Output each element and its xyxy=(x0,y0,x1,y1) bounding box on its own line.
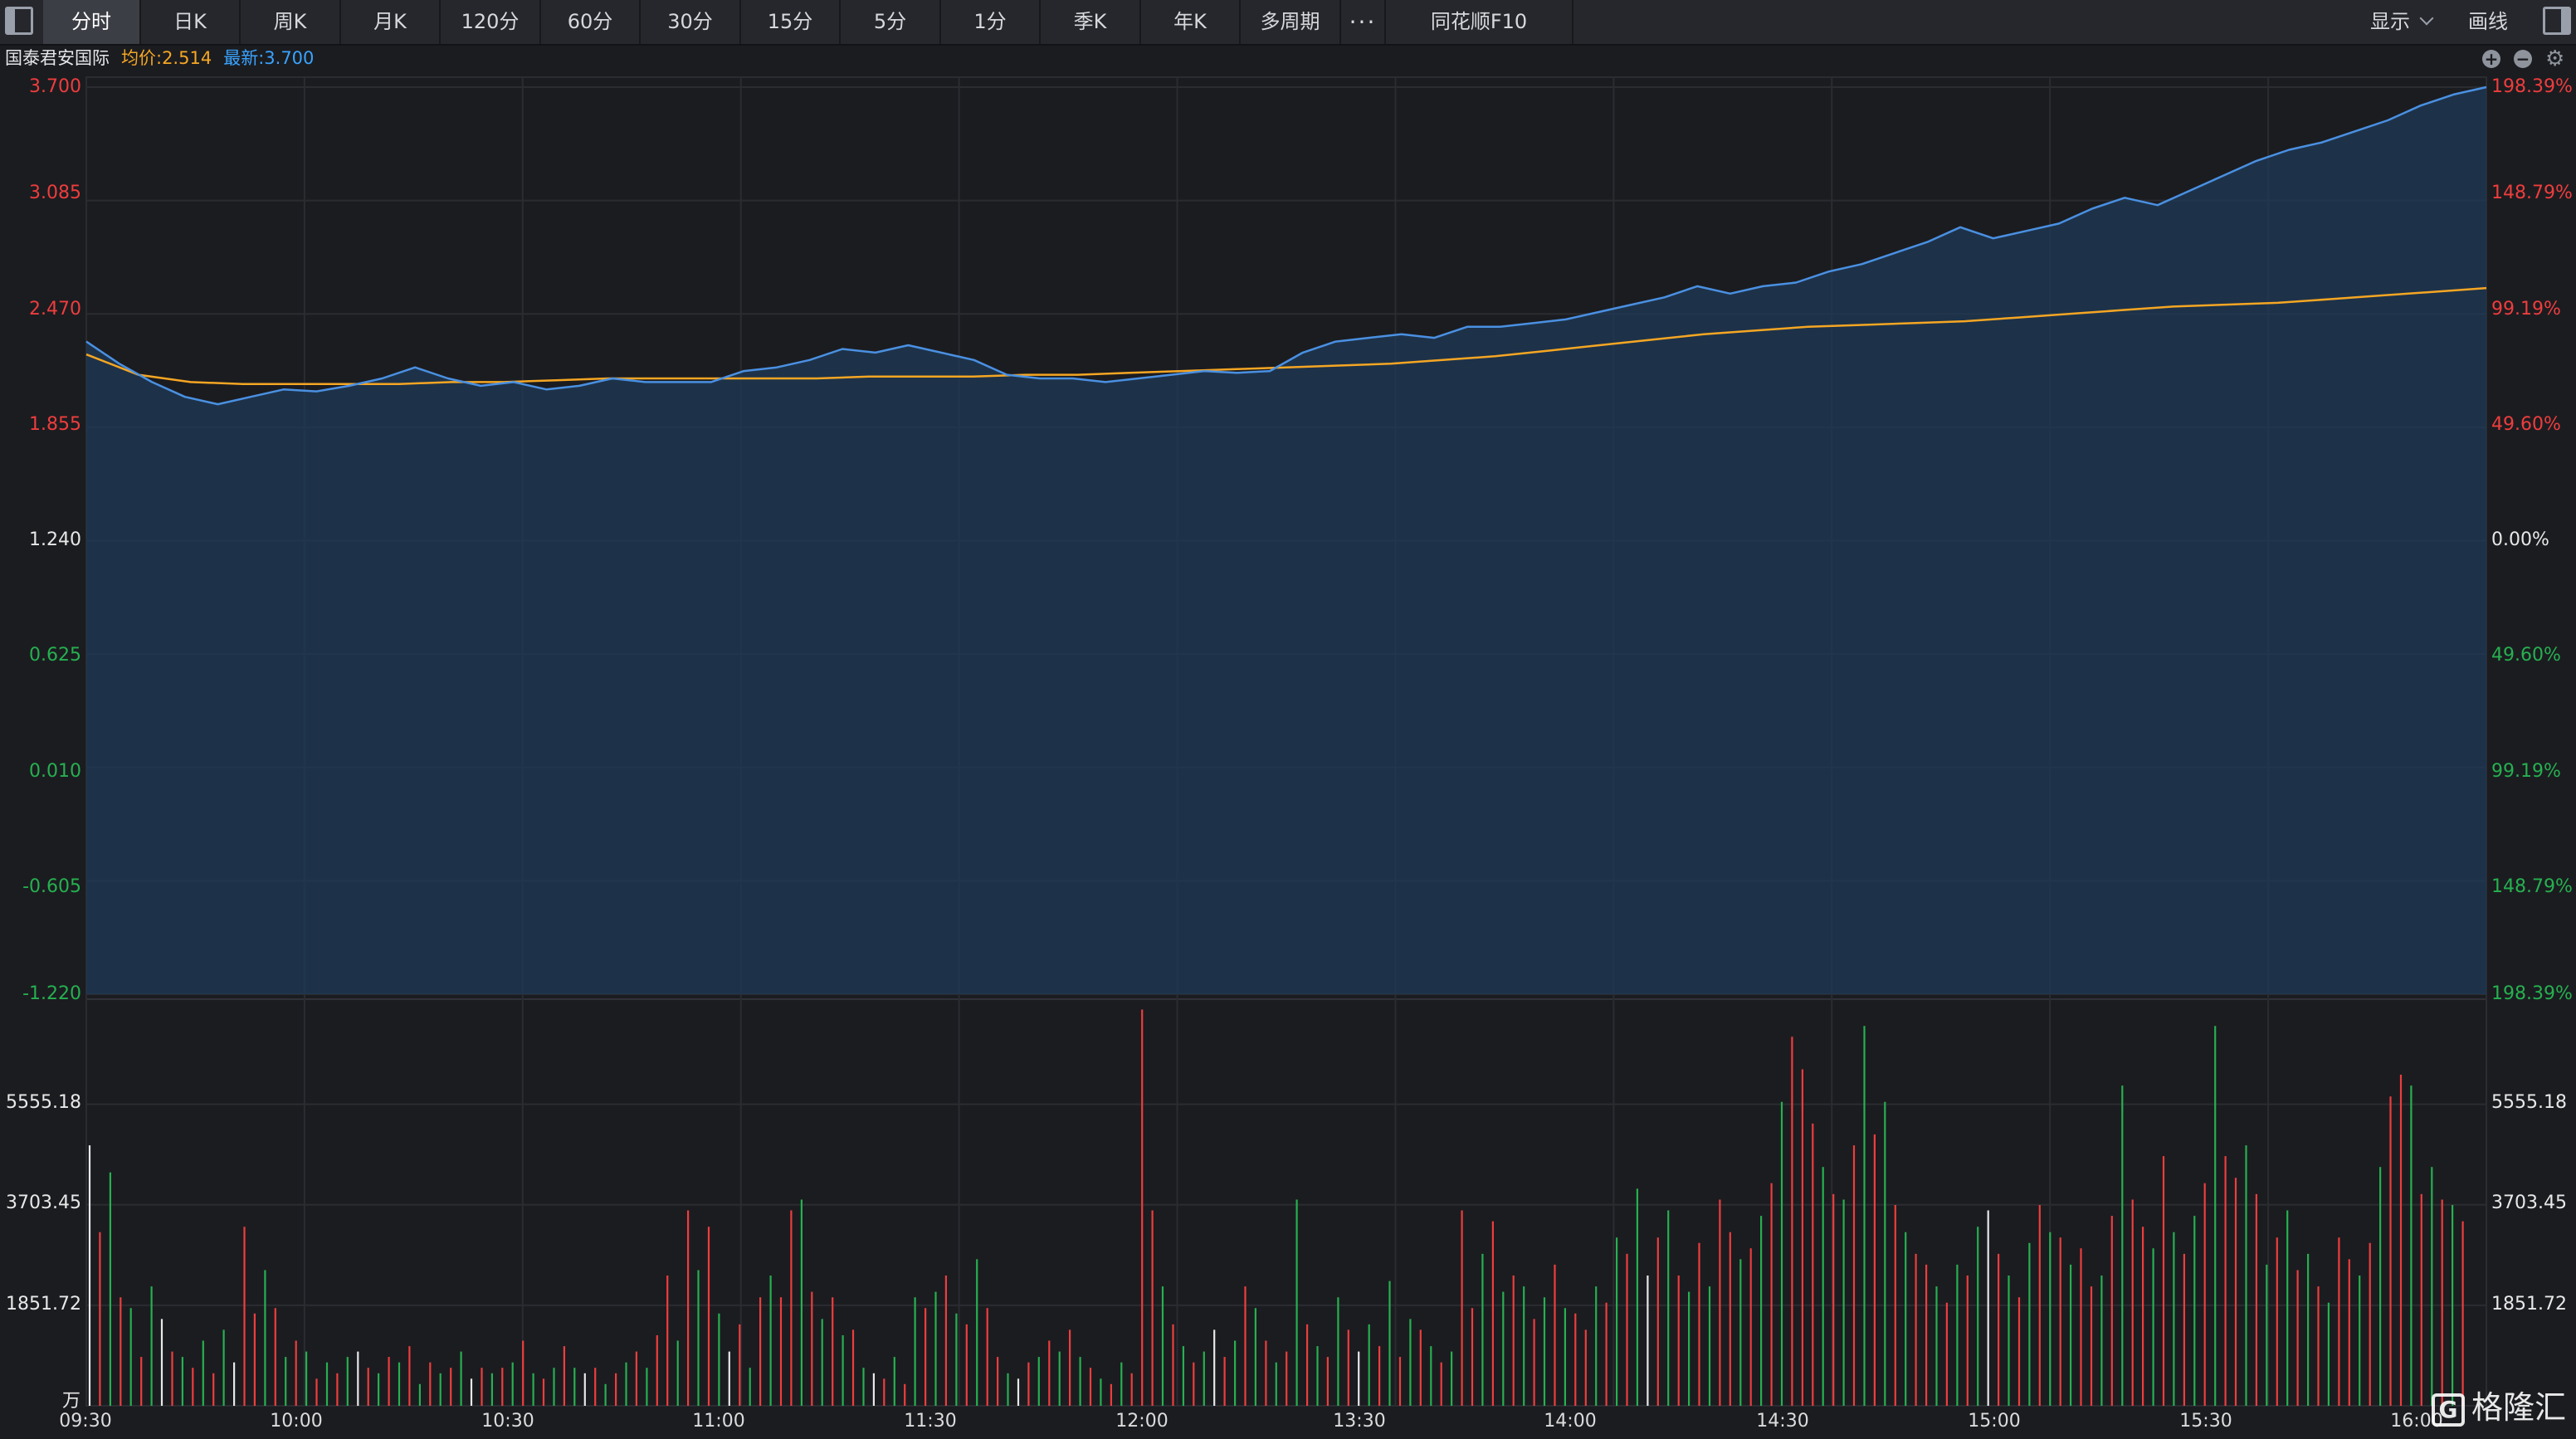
tab-multi-period[interactable]: 多周期 xyxy=(1241,0,1341,44)
price-axis-label: 0.010 xyxy=(29,761,81,782)
tab-weekly-k[interactable]: 周K xyxy=(241,0,341,44)
volume-axis-label: 3703.45 xyxy=(2491,1193,2567,1213)
percent-axis-label: 198.39% xyxy=(2491,76,2573,97)
price-area xyxy=(86,87,2486,994)
display-label: 显示 xyxy=(2370,10,2410,33)
avg-price-label: 均价:2.514 xyxy=(121,48,212,68)
volume-axis-label: 1851.72 xyxy=(6,1294,81,1315)
more-icon[interactable]: ··· xyxy=(1341,0,1386,44)
stock-name: 国泰君安国际 xyxy=(5,48,110,68)
tab-quarterly-k[interactable]: 季K xyxy=(1041,0,1141,44)
sidebar-toggle-icon[interactable] xyxy=(5,7,33,35)
time-axis-label: 15:30 xyxy=(2179,1411,2232,1432)
volume-unit-label: 万 xyxy=(62,1391,81,1412)
period-tabs: 分时 日K 周K 月K 120分 60分 30分 15分 5分 1分 季K 年K… xyxy=(43,0,1573,44)
percent-axis-label: 49.60% xyxy=(2491,414,2561,435)
time-axis-label: 11:00 xyxy=(692,1411,745,1432)
tab-30min[interactable]: 30分 xyxy=(641,0,741,44)
last-price-label: 最新:3.700 xyxy=(223,48,315,68)
price-axis-label: 2.470 xyxy=(29,299,81,320)
percent-axis-label: 49.60% xyxy=(2491,645,2561,666)
time-axis-label: 14:30 xyxy=(1756,1411,1809,1432)
price-axis-label: 0.625 xyxy=(29,645,81,666)
zoom-out-icon[interactable]: − xyxy=(2514,50,2532,68)
chevron-down-icon xyxy=(2419,11,2434,26)
percent-axis-label: 148.79% xyxy=(2491,876,2573,897)
time-axis-label: 11:30 xyxy=(904,1411,957,1432)
zoom-in-icon[interactable]: + xyxy=(2482,50,2500,68)
volume-bars xyxy=(88,1009,2464,1406)
display-dropdown[interactable]: 显示 xyxy=(2370,0,2434,44)
time-axis-label: 14:00 xyxy=(1544,1411,1597,1432)
volume-axis-label: 5555.18 xyxy=(2491,1092,2567,1113)
tab-monthly-k[interactable]: 月K xyxy=(341,0,441,44)
watermark-logo: G 格隆汇 xyxy=(2432,1388,2566,1427)
time-axis-label: 12:00 xyxy=(1115,1411,1168,1432)
percent-axis-label: 148.79% xyxy=(2491,183,2573,203)
time-axis-label: 15:00 xyxy=(1968,1411,2021,1432)
volume-axis-label: 3703.45 xyxy=(6,1193,81,1213)
tab-120min[interactable]: 120分 xyxy=(441,0,541,44)
tab-daily-k[interactable]: 日K xyxy=(141,0,241,44)
right-panel-toggle-icon[interactable] xyxy=(2543,7,2571,35)
volume-axis-label: 5555.18 xyxy=(6,1092,81,1113)
watermark-text: 格隆汇 xyxy=(2471,1389,2567,1426)
tab-15min[interactable]: 15分 xyxy=(741,0,841,44)
tab-yearly-k[interactable]: 年K xyxy=(1141,0,1241,44)
tab-60min[interactable]: 60分 xyxy=(541,0,641,44)
time-axis-label: 09:30 xyxy=(59,1411,112,1432)
price-axis-label: 3.085 xyxy=(29,183,81,203)
price-axis-label: -1.220 xyxy=(22,983,81,1004)
period-toolbar: 分时 日K 周K 月K 120分 60分 30分 15分 5分 1分 季K 年K… xyxy=(0,0,2576,46)
tab-f10[interactable]: 同花顺F10 xyxy=(1386,0,1573,44)
percent-axis-label: 198.39% xyxy=(2491,983,2573,1004)
percent-axis-label: 99.19% xyxy=(2491,299,2561,320)
percent-axis-label: 0.00% xyxy=(2491,529,2549,550)
time-axis-label: 13:30 xyxy=(1333,1411,1386,1432)
intraday-chart[interactable] xyxy=(0,0,2576,1439)
percent-axis-label: 99.19% xyxy=(2491,761,2561,782)
volume-axis-label: 1851.72 xyxy=(2491,1294,2567,1315)
tab-5min[interactable]: 5分 xyxy=(841,0,941,44)
price-axis-label: 3.700 xyxy=(29,76,81,97)
gear-icon[interactable]: ⚙ xyxy=(2545,48,2564,70)
stock-info: 国泰君安国际 均价:2.514 最新:3.700 xyxy=(5,46,314,70)
draw-line-button[interactable]: 画线 xyxy=(2468,0,2508,44)
price-axis-label: 1.855 xyxy=(29,414,81,435)
price-axis-label: -0.605 xyxy=(22,876,81,897)
price-axis-label: 1.240 xyxy=(29,529,81,550)
price-area-fill xyxy=(86,87,2486,994)
tab-intraday[interactable]: 分时 xyxy=(43,0,141,44)
watermark-icon: G xyxy=(2432,1393,2465,1427)
time-axis-label: 10:30 xyxy=(481,1411,534,1432)
tab-1min[interactable]: 1分 xyxy=(941,0,1041,44)
time-axis-label: 10:00 xyxy=(270,1411,323,1432)
